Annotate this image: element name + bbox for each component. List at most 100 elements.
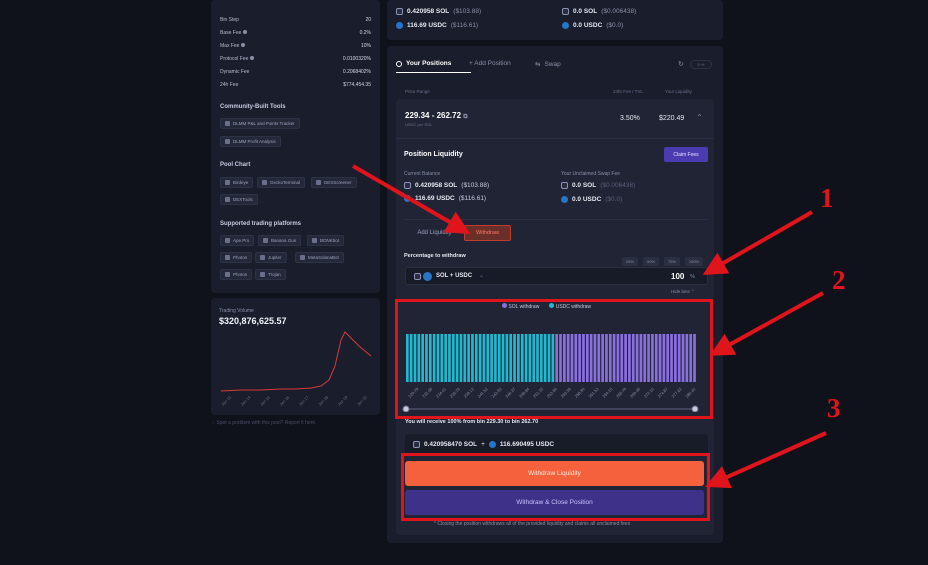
tab-label: + Add Position (469, 60, 511, 67)
dextools-icon (225, 197, 230, 202)
platform-bonkbot[interactable]: BONKbot (307, 235, 345, 246)
community-link-pnl[interactable]: DLMM P&L and Points Tracker (220, 118, 300, 129)
usd-value: ($0.006438) (600, 182, 636, 189)
footnote: * Closing the position withdraws all of … (434, 521, 631, 527)
chevron-up-icon[interactable]: ⌃ (696, 113, 703, 122)
tab-your-positions[interactable]: Your Positions (396, 60, 451, 67)
info-icon[interactable] (242, 30, 247, 34)
refresh-icon[interactable]: ↻ (678, 60, 684, 68)
stat-max-fee: Max Fee 10% (220, 43, 371, 49)
volume-tick-label: Jan 15 (259, 394, 272, 407)
external-link-icon[interactable]: ⧉ (463, 114, 467, 120)
pct-unit: % (690, 274, 695, 280)
platform-photon-2[interactable]: Photon (220, 269, 253, 280)
usdc-icon (396, 22, 403, 29)
stat-value: 10% (360, 43, 371, 49)
amount: 0.0 USDC (573, 22, 603, 29)
add-liquidity-tab[interactable]: Add Liquidity (408, 225, 461, 241)
stat-bin-step: Bin Step 20 (220, 17, 371, 23)
stat-label: Dynamic Fee (220, 69, 250, 75)
chip-label: Banana Gun (271, 238, 297, 243)
annotation-number-1: 1 (820, 183, 834, 213)
receive-line: 0.420958470 SOL + 116.690495 USDC (413, 441, 554, 448)
platform-photon[interactable]: Photon (220, 252, 253, 263)
stat-label: 24h Fee (220, 82, 239, 88)
chip-label: Photon (233, 272, 248, 277)
annotation-box-buttons (401, 453, 710, 521)
platform-jupiter[interactable]: Jupiter (255, 252, 287, 263)
current-sol-balance: 0.420958 SOL ($103.88) (404, 182, 489, 189)
photon-icon (225, 272, 230, 277)
toggle-label: Hide bins (671, 289, 690, 294)
plus-sign: + (481, 441, 485, 448)
tab-swap[interactable]: ⇆ Swap (535, 60, 561, 69)
chip-label: Birdeye (233, 180, 249, 185)
header-liquidity: Your Liquidity (665, 89, 692, 94)
pct-75-button[interactable]: 75% (664, 257, 680, 266)
stat-label: Max Fee (220, 43, 240, 49)
pct-50-button[interactable]: 50% (643, 257, 659, 266)
stat-24h-fee: 24h Fee $774,454.35 (220, 82, 371, 88)
platform-trojan[interactable]: Trojan (255, 269, 286, 280)
info-icon[interactable] (249, 56, 254, 60)
metasolanabot-icon (300, 255, 305, 260)
usdc-icon (404, 195, 411, 202)
community-link-profit[interactable]: DLMM Profit Analysis (220, 136, 281, 147)
chip-label: DLMM P&L and Points Tracker (233, 121, 295, 126)
usd-value: ($116.61) (450, 22, 479, 29)
amount: 0.0 USDC (572, 196, 602, 203)
stat-value: 0.0100320% (342, 56, 371, 62)
chevron-down-icon[interactable]: ⌄ (479, 272, 484, 279)
tab-label: Your Positions (406, 60, 452, 67)
position-liquidity-title: Position Liquidity (404, 151, 463, 158)
chart-link-dextools[interactable]: DEXTools (220, 194, 258, 205)
sol-icon (562, 8, 569, 15)
trojan-icon (260, 272, 265, 277)
chip-label: BONKbot (320, 238, 340, 243)
stat-value: 0.2% (359, 30, 371, 36)
slippage-badge[interactable]: 5 % (690, 60, 712, 69)
sol-icon (413, 441, 420, 448)
receive-sol: 0.420958470 SOL (424, 441, 478, 448)
balance-summary: 0.420958 SOL ($103.88) 116.69 USDC ($116.6… (387, 0, 723, 40)
chip-label: Jupiter (268, 255, 282, 260)
pct-100-button[interactable]: 100% (685, 257, 703, 266)
annotation-arrow-2 (709, 291, 824, 356)
unclaimed-usdc: 0.0 USDC ($0.0) (561, 196, 622, 203)
platform-apepro[interactable]: Ape.Pro (220, 235, 255, 246)
usd-value: ($0.006438) (601, 8, 637, 15)
info-icon[interactable] (240, 43, 245, 47)
position-row[interactable]: 229.34 - 262.72 ⧉ USDC per SOL 3.50% $22… (396, 99, 714, 139)
annotation-arrow-3 (705, 431, 827, 489)
gecko-icon (262, 180, 267, 185)
chevron-up-icon: ⌃ (691, 289, 695, 294)
pair-label: SOL + USDC (436, 273, 473, 279)
annotation-number-3: 3 (827, 393, 841, 423)
header-price-range: Price Range (405, 89, 430, 94)
amount: 116.69 USDC (415, 195, 455, 202)
report-problem-link[interactable]: ◌ Spot a problem with this pool? Report … (212, 420, 316, 426)
community-title: Community-Built Tools (220, 104, 286, 110)
stat-value: 0.2068402% (342, 69, 371, 75)
chip-label: DLMM Profit Analysis (233, 139, 276, 144)
receive-summary: You will receive 100% from bin 229.30 to… (405, 419, 539, 425)
tool-icon (225, 139, 230, 144)
chart-link-dexscreener[interactable]: DEXScreener (311, 177, 357, 188)
claim-fees-button[interactable]: Claim Fees (664, 147, 708, 162)
hide-bins-toggle[interactable]: Hide bins ⌃ (671, 289, 695, 295)
volume-line (220, 331, 372, 392)
volume-tick-label: Jan 14 (240, 394, 253, 407)
withdraw-tab[interactable]: Withdraw (464, 225, 511, 241)
chart-link-geckoterminal[interactable]: GeckoTerminal (257, 177, 306, 188)
chart-link-birdeye[interactable]: Birdeye (220, 177, 254, 188)
pct-25-button[interactable]: 25% (622, 257, 638, 266)
usd-value: ($103.88) (453, 8, 482, 15)
tab-add-position[interactable]: + Add Position (469, 60, 511, 67)
stat-protocol-fee: Protocol Fee 0.0100320% (220, 56, 371, 62)
platform-bananagun[interactable]: Banana Gun (258, 235, 302, 246)
stat-dynamic-fee: Dynamic Fee 0.2068402% (220, 69, 371, 75)
pct-withdraw-input[interactable]: SOL + USDC ⌄ 100 % (405, 267, 708, 285)
sol-icon (404, 182, 411, 189)
liquidity-value: $220.49 (659, 115, 685, 122)
platform-metasolanabot[interactable]: MetaSolanaBot (295, 252, 344, 263)
